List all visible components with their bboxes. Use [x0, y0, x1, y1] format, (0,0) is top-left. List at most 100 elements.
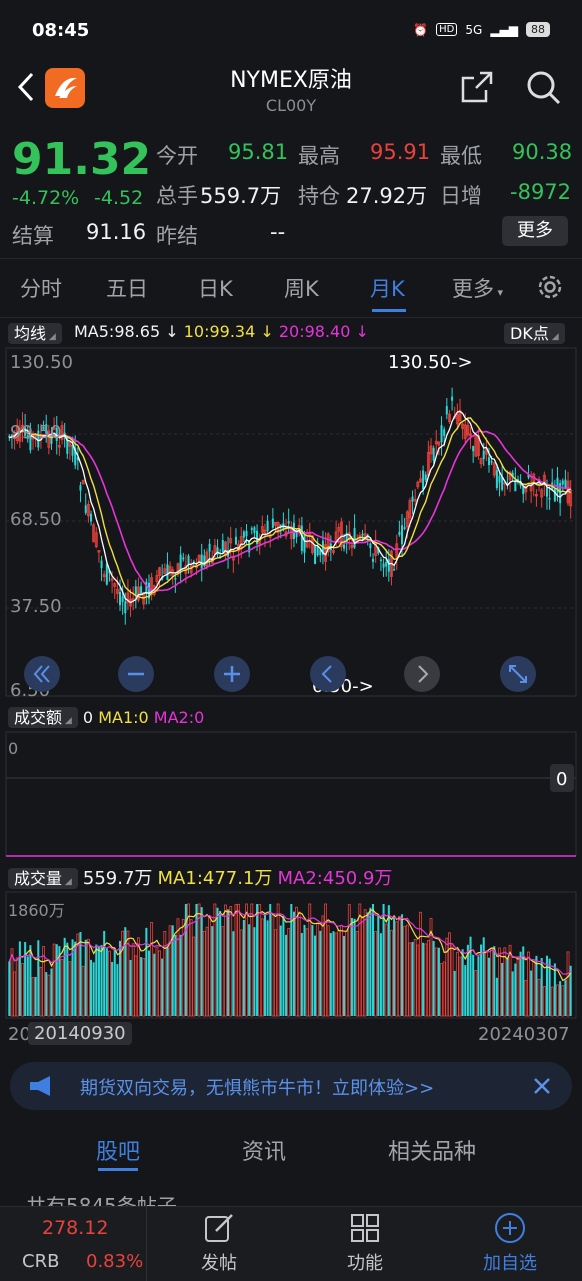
volume-bar — [216, 907, 219, 1016]
volume-bar — [455, 951, 459, 1017]
volume-bar — [372, 904, 375, 1016]
candle-body — [522, 486, 525, 495]
volume-bar — [355, 931, 359, 1017]
zoom-in-button[interactable] — [214, 656, 250, 692]
indicator-selector[interactable]: 均线 ◢ — [8, 320, 62, 344]
volume-bar — [245, 903, 248, 1017]
status-time: 08:45 — [32, 20, 90, 41]
dk-selector[interactable]: DK点 ◢ — [504, 320, 565, 344]
volume-bar — [8, 961, 11, 1016]
volume-bar — [63, 937, 66, 1016]
tab-weekly-k[interactable]: 周K — [284, 273, 319, 303]
y-tick-99: 99.50 — [10, 422, 62, 443]
volume-bar — [305, 928, 309, 1017]
candle-body — [472, 446, 475, 452]
function-button[interactable]: 功能 — [342, 1211, 388, 1275]
post-button[interactable]: 发帖 — [196, 1211, 242, 1275]
tab-more-label: 更多 — [452, 277, 494, 301]
volume-bar — [166, 947, 169, 1016]
more-button[interactable]: 更多 — [502, 216, 568, 246]
volume-bar — [490, 948, 494, 1017]
tab-more[interactable]: 更多 ▾ — [452, 273, 503, 303]
volume-selector[interactable]: 成交量 ◢ — [8, 868, 78, 889]
promo-banner[interactable]: 期货双向交易，无惧熊市牛市！立即体验>> — [10, 1062, 572, 1110]
search-icon[interactable] — [526, 70, 562, 106]
volume-bar — [250, 903, 254, 1017]
kline-chart[interactable]: 130.50 99.50 68.50 37.50 6.50 130.50-> 6… — [0, 346, 582, 698]
candle-body — [316, 546, 319, 556]
volume-bar — [234, 904, 238, 1017]
tab-forum[interactable]: 股吧 — [96, 1134, 140, 1166]
volume-bar — [535, 955, 538, 1016]
ma10-arrow-icon: ↓ — [255, 322, 279, 341]
volume-bar — [260, 918, 264, 1017]
indicator-chip[interactable]: 均线 ◢ — [8, 323, 62, 344]
candle-body — [369, 543, 372, 549]
volume-bar — [400, 914, 404, 1016]
volume-bar — [503, 947, 507, 1017]
signal-icon: ▂▄▆ — [490, 22, 518, 37]
last-price: 91.32 — [12, 134, 152, 185]
candle-body — [548, 497, 551, 500]
candle-body — [361, 533, 364, 536]
candle-body — [124, 601, 127, 614]
volume-bar — [384, 923, 388, 1017]
volume-bar — [239, 929, 243, 1017]
amount-axis-zero: 0 — [8, 739, 18, 758]
volume-bar — [269, 904, 272, 1016]
volume-bar — [39, 966, 43, 1017]
volume-bar — [347, 904, 351, 1017]
tab-five-day[interactable]: 五日 — [106, 273, 148, 303]
scroll-left-fast-button[interactable] — [24, 656, 60, 692]
add-watchlist-button[interactable]: 加自选 — [478, 1211, 542, 1275]
candle-body — [253, 527, 256, 533]
volume-bar — [393, 915, 396, 1016]
tab-related[interactable]: 相关品种 — [388, 1134, 476, 1166]
tab-news[interactable]: 资讯 — [242, 1134, 286, 1166]
volume-bar — [131, 943, 135, 1017]
volume-bar — [74, 941, 77, 1016]
volume-bar — [90, 959, 93, 1016]
daily-increase-value: -8972 — [510, 180, 572, 204]
volume-bar — [559, 981, 562, 1016]
volume-bar — [221, 926, 225, 1017]
volume-bar — [211, 926, 214, 1016]
dk-chip[interactable]: DK点 ◢ — [504, 323, 565, 344]
index-pct: 0.83% — [86, 1251, 144, 1272]
chevron-left-icon — [321, 665, 332, 683]
fullscreen-button[interactable] — [500, 656, 536, 692]
candle-body — [105, 563, 108, 585]
share-icon[interactable] — [460, 70, 494, 104]
high-label: 最高 — [298, 144, 340, 168]
volume-bar — [345, 930, 349, 1017]
tab-daily-k[interactable]: 日K — [198, 273, 233, 303]
candle-body — [411, 496, 414, 502]
scroll-left-button[interactable] — [310, 656, 346, 692]
volume-bar — [103, 930, 106, 1016]
candle-body — [79, 485, 82, 491]
scroll-right-button[interactable] — [404, 656, 440, 692]
volume-bar — [189, 919, 193, 1017]
change-value: -4.52 — [94, 187, 144, 209]
volume-bar — [187, 903, 190, 1017]
close-icon[interactable] — [532, 1076, 552, 1096]
candle-body — [382, 563, 385, 568]
volume-bar — [163, 930, 167, 1017]
volume-bar — [145, 927, 148, 1016]
battery-icon: 88 — [526, 22, 550, 37]
volume-bar — [387, 905, 390, 1016]
zoom-out-button[interactable] — [118, 656, 154, 692]
tab-monthly-k[interactable]: 月K — [370, 273, 405, 303]
volume-bar — [422, 942, 425, 1016]
volume-bar — [353, 918, 356, 1016]
volume-bar — [424, 943, 428, 1017]
volume-bar — [339, 925, 343, 1017]
prev-settle-label: 昨结 — [156, 224, 198, 248]
volume-bar — [316, 922, 320, 1017]
tab-minute[interactable]: 分时 — [20, 273, 62, 303]
volume-bar — [405, 924, 409, 1017]
gear-icon[interactable] — [534, 271, 566, 303]
ma10-value: 10:99.34 — [183, 322, 256, 341]
low-label: 最低 — [440, 144, 482, 168]
amount-selector[interactable]: 成交额 ◢ — [8, 707, 78, 728]
